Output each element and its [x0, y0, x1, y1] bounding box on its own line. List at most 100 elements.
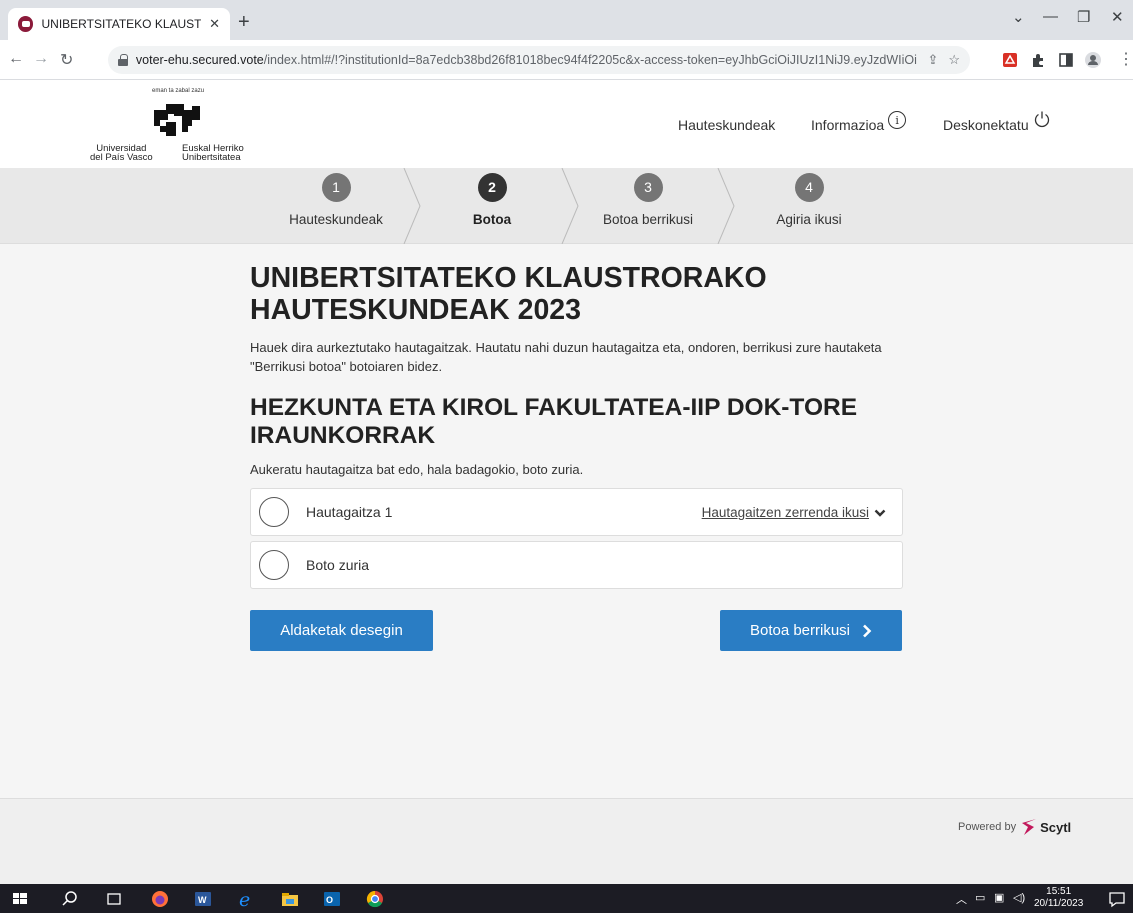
volume-icon[interactable]: ◁) [1013, 891, 1025, 904]
svg-text:W: W [198, 895, 207, 905]
firefox-icon[interactable] [150, 889, 170, 909]
task-view-icon[interactable] [104, 889, 124, 909]
nav-elections-link[interactable]: Hauteskundeak [678, 117, 775, 133]
step-label: Agiria ikusi [776, 212, 842, 227]
nav-logout-label: Deskonektatu [943, 117, 1029, 133]
site-header: eman ta zabal zazu Universidad del País … [0, 80, 1133, 168]
candidate-list-link[interactable]: Hautagaitzen zerrenda ikusi [702, 505, 886, 520]
university-logo[interactable]: eman ta zabal zazu Universidad del País … [86, 88, 276, 162]
step-number: 1 [321, 173, 351, 202]
powered-by: Powered by Scytl [958, 817, 1071, 837]
step-2: 2 Botoa [422, 168, 562, 244]
step-number: 3 [633, 173, 663, 202]
undo-changes-label: Aldaketak desegin [280, 622, 403, 639]
browser-toolbar: ← → ↻ voter-ehu.secured.vote/index.html#… [0, 40, 1133, 80]
profile-avatar-icon[interactable] [1085, 52, 1101, 68]
undo-changes-button[interactable]: Aldaketak desegin [250, 610, 433, 651]
close-tab-icon[interactable]: ✕ [209, 16, 220, 32]
nav-info-label: Informazioa [811, 117, 885, 133]
option-label: Boto zuria [306, 557, 370, 573]
scytl-brand: Scytl [1040, 819, 1072, 835]
step-number: 2 [477, 173, 507, 202]
step-separator-icon [717, 168, 735, 244]
windows-start-icon[interactable] [10, 889, 30, 909]
power-icon [1034, 111, 1049, 128]
constituency-title: HEZKUNTA ETA KIROL FAKULTATEA-IIP DOK-TO… [250, 394, 858, 449]
tab-title: UNIBERTSITATEKO KLAUSTRORA [41, 17, 202, 31]
clock-date: 20/11/2023 [1034, 898, 1084, 909]
step-label: Botoa [472, 212, 512, 227]
review-vote-label: Botoa berrikusi [749, 622, 851, 639]
extensions-puzzle-icon[interactable] [1030, 52, 1046, 68]
logo-name-eu-line2: Unibertsitatea [182, 152, 241, 163]
svg-text:O: O [326, 895, 333, 905]
radio-button[interactable] [259, 497, 289, 527]
step-label: Botoa berrikusi [602, 212, 694, 227]
os-taskbar: W e O ︿ ▭ ▣ ◁) 15:51 20/11/2023 [0, 884, 1133, 913]
option-candidacy-1[interactable]: Hautagaitza 1 Hautagaitzen zerrenda ikus… [250, 488, 903, 536]
word-icon[interactable]: W [193, 889, 213, 909]
restore-icon[interactable]: ❐ [1077, 8, 1090, 26]
nav-elections-label: Hauteskundeak [678, 117, 776, 133]
url-path: /index.html#/!?institutionId=8a7edcb38bd… [263, 53, 918, 67]
chrome-icon[interactable] [365, 889, 385, 909]
minimize-icon[interactable]: — [1043, 8, 1058, 25]
bookmark-star-icon[interactable]: ☆ [948, 52, 960, 68]
site-footer: Powered by Scytl [0, 798, 1133, 884]
ballot-instruction: Aukeratu hautagaitza bat edo, hala badag… [250, 462, 584, 477]
step-number: 4 [794, 173, 824, 202]
option-label: Hautagaitza 1 [306, 504, 393, 520]
upv-ehu-tree-logo-icon [154, 104, 200, 136]
share-icon[interactable]: ⇪ [927, 52, 938, 68]
review-vote-button[interactable]: Botoa berrikusi [720, 610, 902, 651]
pdf-extension-icon[interactable] [1002, 52, 1018, 68]
logo-motto: eman ta zabal zazu [152, 88, 205, 94]
election-title: UNIBERTSITATEKO KLAUSTRORAKO HAUTESKUNDE… [250, 262, 767, 326]
svg-text:e: e [239, 889, 250, 909]
chevron-right-icon [863, 624, 872, 637]
info-icon: i [888, 111, 907, 129]
browser-tabbar: UNIBERTSITATEKO KLAUSTRORA ✕ + ⌄ — ❐ ✕ [0, 0, 1133, 40]
logo-name-eu: Euskal Herriko Unibertsitatea [182, 144, 244, 163]
url-text: voter-ehu.secured.vote/index.html#/!?ins… [136, 53, 918, 67]
system-clock[interactable]: 15:51 20/11/2023 [1034, 886, 1083, 910]
lock-icon [118, 54, 128, 66]
step-label: Hauteskundeak [289, 212, 383, 227]
back-icon[interactable]: ← [8, 50, 24, 68]
scytl-logo-icon [1022, 819, 1037, 835]
progress-steps: 1 Hauteskundeak 2 Botoa 3 Botoa berrikus… [0, 168, 1133, 244]
site-favicon-icon [18, 16, 34, 32]
internet-explorer-icon[interactable]: e [236, 889, 256, 909]
outlook-icon[interactable]: O [322, 889, 342, 909]
step-separator-icon [403, 168, 421, 244]
election-intro: Hauek dira aurkeztutako hautagaitzak. Ha… [250, 340, 882, 374]
clock-time: 15:51 [1046, 886, 1072, 897]
step-3: 3 Botoa berrikusi [578, 168, 718, 244]
chevron-down-icon [874, 509, 886, 517]
address-bar[interactable]: voter-ehu.secured.vote/index.html#/!?ins… [108, 46, 970, 74]
step-4: 4 Agiria ikusi [739, 168, 879, 244]
browser-menu-icon[interactable]: ⋮ [1118, 49, 1133, 69]
logo-name-es-line2: del País Vasco [90, 152, 153, 163]
logo-name-es: Universidad del País Vasco [90, 144, 153, 163]
forward-icon[interactable]: → [33, 50, 49, 68]
url-host: voter-ehu.secured.vote [135, 53, 264, 67]
tray-expand-icon[interactable]: ︿ [956, 891, 967, 907]
tab-search-icon[interactable]: ⌄ [1012, 8, 1025, 26]
nav-info-link[interactable]: Informazioa i [811, 111, 907, 133]
side-panel-icon[interactable] [1058, 52, 1074, 68]
powered-by-label: Powered by [958, 821, 1017, 833]
notifications-icon[interactable] [1107, 889, 1127, 909]
close-window-icon[interactable]: ✕ [1111, 8, 1124, 26]
tray-battery-icon[interactable]: ▭ [975, 891, 985, 904]
network-icon[interactable]: ▣ [994, 891, 1004, 904]
candidate-list-link-label: Hautagaitzen zerrenda ikusi [701, 505, 869, 520]
radio-button[interactable] [259, 550, 289, 580]
file-explorer-icon[interactable] [280, 889, 300, 909]
search-icon[interactable] [60, 889, 80, 909]
reload-icon[interactable]: ↻ [60, 50, 73, 70]
option-blank-vote[interactable]: Boto zuria [250, 541, 903, 589]
nav-logout-link[interactable]: Deskonektatu [943, 111, 1051, 133]
new-tab-icon[interactable]: + [238, 11, 250, 34]
browser-tab[interactable]: UNIBERTSITATEKO KLAUSTRORA ✕ [8, 8, 230, 40]
